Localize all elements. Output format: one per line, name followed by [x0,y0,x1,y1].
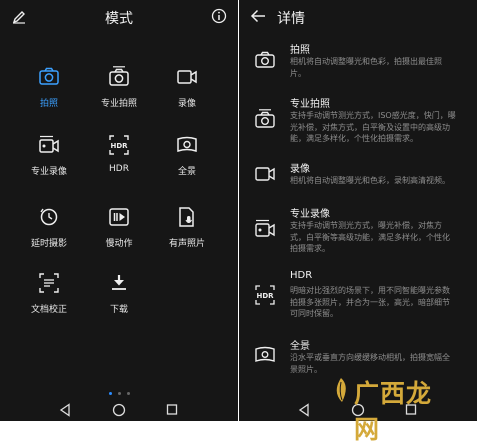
detail-item-pro-photo: 专业拍照 支持手动调节测光方式，ISO感光度，快门，曝 光补偿，对焦方式，白平衡… [239,95,477,155]
detail-description: 相机将自动调整曝光和色彩，拍摄出最佳照 片。 [290,57,442,78]
pro-video-icon [255,219,275,237]
back-nav-icon[interactable] [59,403,71,417]
detail-title: 专业拍照 [290,99,330,110]
detail-title: 专业录像 [290,209,330,220]
leaf-logo-icon [336,378,346,402]
hdr-icon: HDR [255,285,275,305]
detail-title: HDR [290,270,313,281]
download-icon [112,275,126,290]
mode-photo[interactable]: 拍照 [10,60,88,124]
timelapse-icon [40,208,58,226]
mode-panorama[interactable]: 全景 [148,128,226,192]
detail-description: 支持手动调节测光方式，曝光补偿，对焦方 式，白平衡等高级功能，满足多样化，个性化… [290,221,450,253]
mode-label: 专业录像 [30,167,67,177]
page-dot [117,392,121,395]
mode-label: 慢动作 [105,239,133,249]
mode-label: 文档校正 [30,305,67,315]
modes-top-bar: 模式 [0,0,238,34]
details-top-bar: 详情 [239,0,477,34]
detail-title: 全景 [290,341,310,352]
video-icon [177,70,197,84]
pro-video-icon [39,135,59,153]
detail-description: 支持手动调节测光方式，ISO感光度，快门，曝 光补偿，对焦方式，白平衡及设置中的… [290,111,456,143]
detail-item-pro-video: 专业录像 支持手动调节测光方式，曝光补偿，对焦方 式，白平衡等高级功能，满足多样… [239,205,477,265]
video-icon [255,167,275,181]
mode-label: HDR [109,164,129,174]
svg-text:HDR: HDR [110,142,128,150]
svg-text:HDR: HDR [256,292,274,300]
pro-camera-icon [255,109,275,128]
modes-title: 模式 [105,11,133,27]
slow-motion-icon [109,208,129,226]
mode-download[interactable]: 下载 [80,266,158,330]
detail-title: 录像 [290,164,310,175]
details-title: 详情 [277,11,305,27]
back-nav-icon[interactable] [298,403,310,417]
recents-nav-icon[interactable] [166,403,178,417]
mode-label: 下载 [109,305,128,315]
page-dot [126,392,130,395]
pro-camera-icon [109,66,129,86]
detail-description: 明暗对比强烈的场景下，用不同智能曝光参数 拍摄多张照片，并合为一张，高光，暗部细… [290,286,450,318]
camera-icon [39,67,59,85]
mode-pro-video[interactable]: 专业录像 [10,128,88,192]
mode-audio-photo[interactable]: 有声照片 [148,200,226,264]
mode-hdr[interactable]: HDR HDR [80,128,158,192]
details-screen: 详情 拍照 相机将自动调整曝光和色彩，拍摄出最佳照 片。 专业拍照 支持手动调节… [239,0,477,421]
mode-grid: 拍照 专业拍照 录像 专业录像 HDR HDR 全景 延时摄影 慢动作 有声照片… [0,60,238,340]
detail-title: 拍照 [290,45,310,56]
document-correction-icon [39,273,59,293]
audio-photo-icon [179,207,194,227]
panorama-icon [177,136,197,153]
home-nav-icon[interactable] [112,403,126,417]
mode-label: 延时摄影 [30,239,67,249]
mode-pro-photo[interactable]: 专业拍照 [80,60,158,124]
hdr-icon: HDR [109,135,129,155]
detail-item-hdr: HDR HDR 明暗对比强烈的场景下，用不同智能曝光参数 拍摄多张照片，并合为一… [239,270,477,330]
mode-label: 录像 [177,99,196,109]
mode-video[interactable]: 录像 [148,60,226,124]
detail-description: 相机将自动调整曝光和色彩，录制高清视频。 [290,176,450,185]
detail-item-photo: 拍照 相机将自动调整曝光和色彩，拍摄出最佳照 片。 [239,41,477,101]
mode-slow-motion[interactable]: 慢动作 [80,200,158,264]
navigation-bar [0,399,238,421]
page-dot-active [108,392,112,395]
mode-label: 全景 [177,167,196,177]
mode-timelapse[interactable]: 延时摄影 [10,200,88,264]
mode-document-correction[interactable]: 文档校正 [10,266,88,330]
page-indicator [0,392,238,396]
watermark-logo: 广西龙网 [330,372,440,444]
modes-screen: 模式 拍照 专业拍照 录像 专业录像 HDR HDR 全景 延时摄影 慢动作 有… [0,0,238,421]
info-icon[interactable] [211,8,227,24]
back-arrow-icon[interactable] [250,9,266,23]
mode-label: 拍照 [39,99,58,109]
watermark-text: 广西龙网 [354,379,433,444]
mode-label: 专业拍照 [100,99,137,109]
panorama-icon [255,346,275,362]
camera-icon [255,51,275,68]
mode-label: 有声照片 [168,239,205,249]
